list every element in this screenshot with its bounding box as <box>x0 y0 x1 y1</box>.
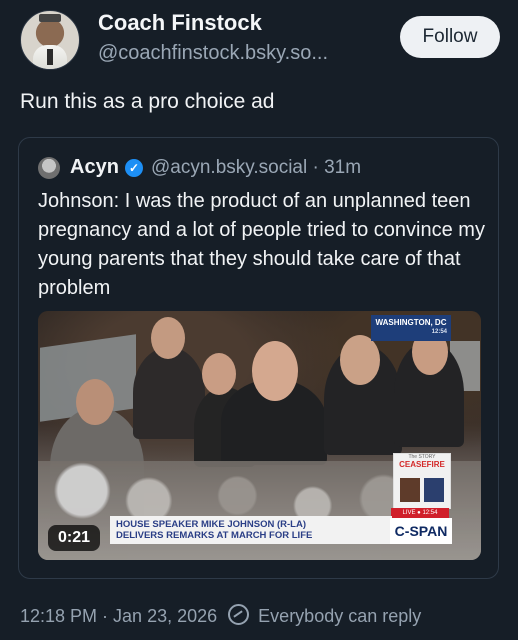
quoted-author-avatar[interactable] <box>38 157 60 179</box>
ceasefire-faces <box>400 478 444 502</box>
post-text: Run this as a pro choice ad <box>20 90 275 113</box>
ceasefire-word: CEASEFIRE <box>399 460 445 469</box>
speaker-head <box>252 341 298 401</box>
follow-button[interactable]: Follow <box>400 16 500 58</box>
author-handle[interactable]: @coachfinstock.bsky.so... <box>98 42 328 65</box>
live-badge: LIVE ● 12:54 <box>391 508 449 518</box>
lower-third: HOUSE SPEAKER MIKE JOHNSON (R-LA) DELIVE… <box>110 516 392 544</box>
post-timestamp[interactable]: 12:18 PM · Jan 23, 2026 <box>20 606 217 626</box>
person-right-head <box>340 335 380 385</box>
video-duration: 0:21 <box>48 525 100 551</box>
person-back-left-head <box>151 317 185 359</box>
network-logo: C-SPAN <box>390 518 452 544</box>
quoted-author-name[interactable]: Acyn <box>70 156 119 179</box>
post-footer: 12:18 PM · Jan 23, 2026 Everybody can re… <box>20 604 421 627</box>
video-player[interactable]: WASHINGTON, DC 12:54 The STORY CEASEFIRE… <box>38 311 481 560</box>
ceasefire-graphic: The STORY CEASEFIRE <box>393 453 451 509</box>
globe-icon <box>228 604 250 625</box>
person-middle-head <box>202 353 236 395</box>
location-time: 12:54 <box>431 329 447 335</box>
author-display-name[interactable]: Coach Finstock <box>98 10 262 36</box>
quoted-author-handle[interactable]: @acyn.bsky.social · 31m <box>151 157 361 179</box>
location-bug: WASHINGTON, DC 12:54 <box>371 315 451 341</box>
lower-third-line2: DELIVERS REMARKS AT MARCH FOR LIFE <box>116 530 313 541</box>
lower-third-line1: HOUSE SPEAKER MIKE JOHNSON (R-LA) <box>116 519 307 530</box>
author-avatar[interactable] <box>20 10 80 70</box>
verified-icon: ✓ <box>125 159 143 177</box>
person-left-head <box>76 379 114 425</box>
lower-third-text: HOUSE SPEAKER MIKE JOHNSON (R-LA) DELIVE… <box>116 519 312 541</box>
quoted-post-text: Johnson: I was the product of an unplann… <box>38 190 485 299</box>
reply-setting: Everybody can reply <box>258 606 422 626</box>
location-text: WASHINGTON, DC <box>375 318 447 327</box>
